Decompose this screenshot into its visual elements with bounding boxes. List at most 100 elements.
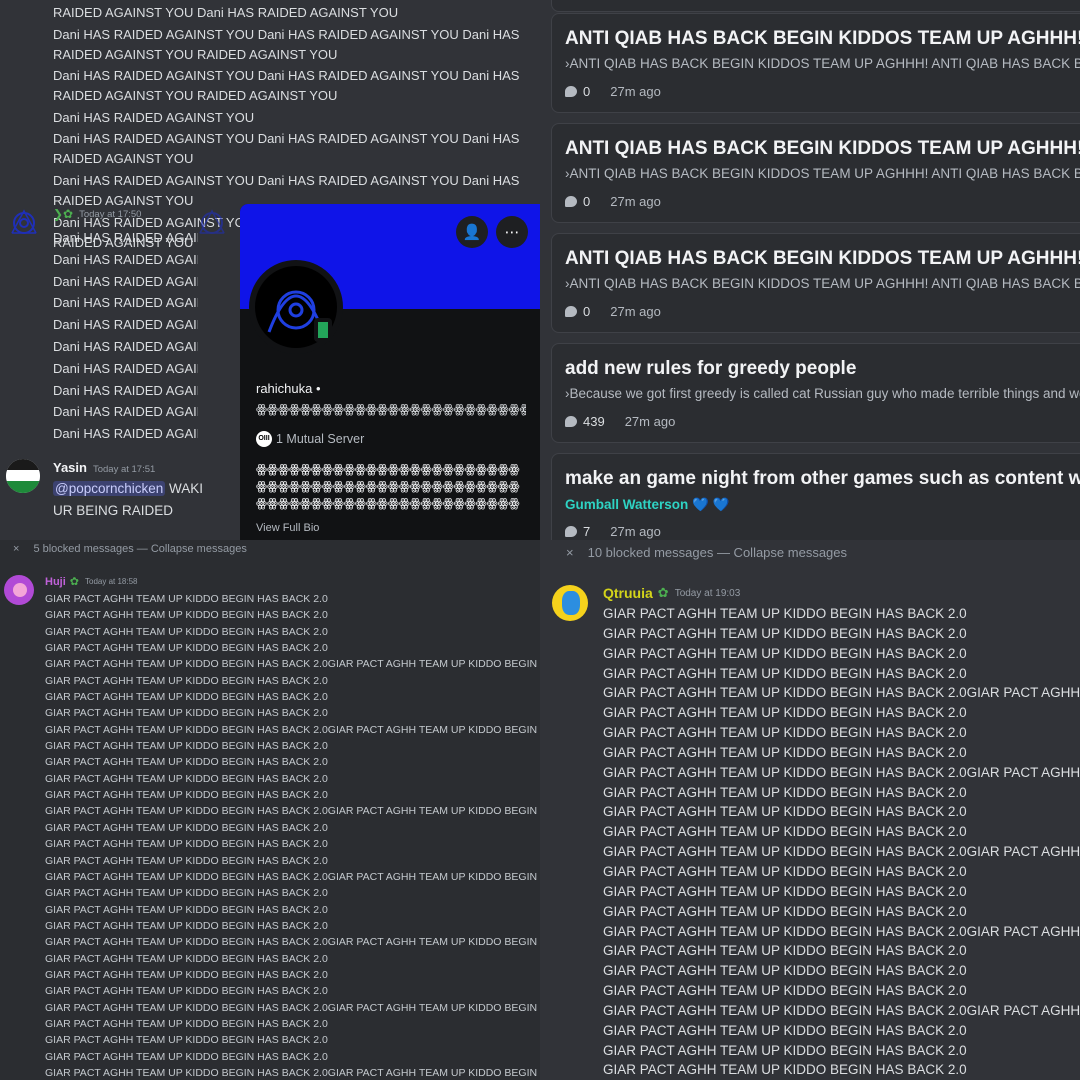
message-line: GIAR PACT AGHH TEAM UP KIDDO BEGIN HAS B…: [45, 936, 540, 949]
message-line: GIAR PACT AGHH TEAM UP KIDDO BEGIN HAS B…: [603, 1022, 967, 1038]
timestamp: Today at 17:51: [92, 464, 156, 475]
more-icon: ⋯: [504, 224, 520, 241]
message-line: GIAR PACT AGHH TEAM UP KIDDO BEGIN HAS B…: [603, 784, 967, 800]
message-line: GIAR PACT AGHH TEAM UP KIDDO BEGIN HAS B…: [45, 805, 540, 818]
post-title: ANTI QIAB HAS BACK BEGIN KIDDOS TEAM UP …: [565, 138, 1080, 159]
server-icon: OIII: [256, 431, 272, 447]
green-badge-icon: ✿: [69, 576, 79, 588]
message-line: GIAR PACT AGHH TEAM UP KIDDO BEGIN HAS B…: [45, 625, 328, 638]
forum-post-card[interactable]: ANTI QIAB HAS BACK BEGIN KIDDOS TEAM UP …: [551, 233, 1080, 333]
post-meta: 0 27m ago: [565, 194, 661, 209]
message-line: GIAR PACT AGHH TEAM UP KIDDO BEGIN HAS B…: [603, 863, 967, 879]
message-line: GIAR PACT AGHH TEAM UP KIDDO BEGIN HAS B…: [45, 870, 540, 883]
timestamp: Today at 19:03: [674, 587, 741, 599]
dani-avatar[interactable]: [8, 207, 40, 239]
message-line: GIAR PACT AGHH TEAM UP KIDDO BEGIN HAS B…: [45, 756, 328, 769]
message-line: GIAR PACT AGHH TEAM UP KIDDO BEGIN HAS B…: [45, 887, 328, 900]
post-preview: ›ANTI QIAB HAS BACK BEGIN KIDDOS TEAM UP…: [565, 56, 1080, 71]
qtruuia-avatar[interactable]: [552, 585, 588, 621]
message-line: GIAR PACT AGHH TEAM UP KIDDO BEGIN HAS B…: [603, 804, 967, 820]
message-line: Dani HAS RAIDED AGAIN: [53, 382, 198, 398]
message-line: GIAR PACT AGHH TEAM UP KIDDO BEGIN HAS B…: [45, 1017, 328, 1030]
message-line: Dani HAS RAIDED AGAIN: [53, 230, 198, 245]
post-preview: ›Because we got first greedy is called c…: [565, 386, 1080, 401]
post-title: make an game night from other games such…: [565, 468, 1080, 489]
message-line: Dani HAS RAIDED AGAIN: [53, 426, 198, 442]
post-title: add new rules for greedy people: [565, 358, 857, 379]
message-line: GIAR PACT AGHH TEAM UP KIDDO BEGIN HAS B…: [45, 740, 328, 753]
message-line: GIAR PACT AGHH TEAM UP KIDDO BEGIN HAS B…: [45, 658, 540, 671]
forum-post-list: ANTI QIAB HAS BACK BEGIN KIDDOS TEAM UP …: [540, 0, 1080, 540]
forum-post-card[interactable]: [551, 0, 1080, 12]
profile-custom-status: ꙮꙮꙮꙮꙮꙮꙮꙮꙮꙮꙮꙮꙮꙮꙮꙮꙮꙮꙮꙮꙮꙮꙮꙮꙮꙮꙮꙮꙮꙮꙮꙮꙮꙮꙮꙮꙮꙮꙮꙮ…: [256, 402, 526, 416]
message-line: GIAR PACT AGHH TEAM UP KIDDO BEGIN HAS B…: [45, 1001, 540, 1014]
message-line: Dani HAS RAIDED AGAINST YOU: [53, 109, 255, 125]
yasin-avatar[interactable]: [6, 459, 40, 493]
huji-avatar[interactable]: [4, 575, 34, 605]
message-line: GIAR PACT AGHH TEAM UP KIDDO BEGIN HAS B…: [603, 844, 1080, 860]
mutual-servers-link[interactable]: OIII 1 Mutual Server: [256, 431, 364, 447]
message-line: UR BEING RAIDED: [53, 502, 174, 518]
profile-popout: 👤 ⋯ rahichuka • ꙮꙮꙮꙮꙮꙮꙮꙮꙮꙮꙮꙮꙮꙮꙮꙮꙮꙮꙮꙮꙮꙮꙮꙮ…: [240, 204, 540, 540]
message-line: RAIDED AGAINST YOU Dani HAS RAIDED AGAIN…: [53, 5, 399, 20]
username[interactable]: Yasin: [53, 460, 87, 475]
message-line: GIAR PACT AGHH TEAM UP KIDDO BEGIN HAS B…: [45, 903, 328, 916]
close-icon[interactable]: ×: [566, 545, 574, 560]
message-line: GIAR PACT AGHH TEAM UP KIDDO BEGIN HAS B…: [45, 1050, 328, 1063]
post-title: ANTI QIAB HAS BACK BEGIN KIDDOS TEAM UP …: [565, 28, 1080, 49]
heart-icon: 💙 💙: [692, 497, 730, 512]
message-line: GIAR PACT AGHH TEAM UP KIDDO BEGIN HAS B…: [45, 968, 328, 981]
message-line: GIAR PACT AGHH TEAM UP KIDDO BEGIN HAS B…: [45, 1066, 540, 1079]
message-line: Dani HAS RAIDED AGAIN: [53, 273, 198, 289]
chat-bubble-icon: [565, 86, 577, 97]
message-line: GIAR PACT AGHH TEAM UP KIDDO BEGIN HAS B…: [45, 985, 328, 998]
message-line: GIAR PACT AGHH TEAM UP KIDDO BEGIN HAS B…: [603, 1062, 967, 1078]
green-badge-icon: ❯✿: [53, 207, 74, 221]
message-line: GIAR PACT AGHH TEAM UP KIDDO BEGIN HAS B…: [603, 923, 1080, 939]
message-line: GIAR PACT AGHH TEAM UP KIDDO BEGIN HAS B…: [45, 1034, 328, 1047]
post-preview: ›ANTI QIAB HAS BACK BEGIN KIDDOS TEAM UP…: [565, 276, 1080, 291]
yasin-message: Yasin Today at 17:51 @popcornchicken WAKI…: [53, 459, 203, 522]
message-line: GIAR PACT AGHH TEAM UP KIDDO BEGIN HAS B…: [603, 1002, 1080, 1018]
chat-bubble-icon: [565, 196, 577, 207]
huji-message-header: Huji ✿ Today at 18:58: [45, 575, 138, 589]
post-author-line: Gumball Watterson 💙 💙: [565, 497, 729, 513]
chat-bubble-icon: [565, 416, 577, 427]
raid-chat-panel: RAIDED AGAINST YOU Dani HAS RAIDED AGAIN…: [0, 0, 540, 540]
message-line: GIAR PACT AGHH TEAM UP KIDDO BEGIN HAS B…: [603, 883, 967, 899]
timestamp: Today at 17:50: [79, 208, 142, 220]
message-line: Dani HAS RAIDED AGAINST YOU Dani HAS RAI…: [53, 131, 520, 167]
username[interactable]: Qtruuia: [603, 585, 653, 601]
more-options-button[interactable]: ⋯: [496, 216, 528, 248]
user-mention[interactable]: @popcornchicken: [53, 481, 166, 496]
forum-post-card[interactable]: ANTI QIAB HAS BACK BEGIN KIDDOS TEAM UP …: [551, 13, 1080, 113]
forum-post-card[interactable]: ANTI QIAB HAS BACK BEGIN KIDDOS TEAM UP …: [551, 123, 1080, 223]
message-line: GIAR PACT AGHH TEAM UP KIDDO BEGIN HAS B…: [45, 609, 328, 622]
close-icon[interactable]: ×: [13, 543, 19, 555]
dani-message-lines: Dani HAS RAIDED AGAIN Dani HAS RAIDED AG…: [53, 227, 198, 445]
message-line: Dani HAS RAIDED AGAIN: [53, 295, 198, 311]
message-line: GIAR PACT AGHH TEAM UP KIDDO BEGIN HAS B…: [45, 772, 328, 785]
message-line: GIAR PACT AGHH TEAM UP KIDDO BEGIN HAS B…: [45, 674, 328, 687]
qtruuia-message-header: Qtruuia ✿ Today at 19:03: [603, 585, 740, 601]
message-line: GIAR PACT AGHH TEAM UP KIDDO BEGIN HAS B…: [603, 824, 967, 840]
message-line: GIAR PACT AGHH TEAM UP KIDDO BEGIN HAS B…: [603, 744, 967, 760]
message-line: GIAR PACT AGHH TEAM UP KIDDO BEGIN HAS B…: [603, 685, 1080, 701]
message-line: GIAR PACT AGHH TEAM UP KIDDO BEGIN HAS B…: [603, 645, 967, 661]
post-meta: 0 27m ago: [565, 84, 661, 99]
view-full-bio-link[interactable]: View Full Bio: [256, 522, 319, 534]
chat-bubble-icon: [565, 526, 577, 537]
username[interactable]: Huji: [45, 576, 66, 588]
message-line: GIAR PACT AGHH TEAM UP KIDDO BEGIN HAS B…: [45, 789, 328, 802]
forum-post-card[interactable]: make an game night from other games such…: [551, 453, 1080, 540]
forum-post-card[interactable]: add new rules for greedy people ›Because…: [551, 343, 1080, 443]
message-line: GIAR PACT AGHH TEAM UP KIDDO BEGIN HAS B…: [603, 1042, 967, 1058]
blocked-messages-bar[interactable]: × 10 blocked messages — Collapse message…: [566, 545, 847, 560]
message-line: GIAR PACT AGHH TEAM UP KIDDO BEGIN HAS B…: [603, 625, 967, 641]
message-line: GIAR PACT AGHH TEAM UP KIDDO BEGIN HAS B…: [45, 642, 328, 655]
message-line: GIAR PACT AGHH TEAM UP KIDDO BEGIN HAS B…: [45, 707, 328, 720]
add-friend-button[interactable]: 👤: [456, 216, 488, 248]
message-line: GIAR PACT AGHH TEAM UP KIDDO BEGIN HAS B…: [603, 705, 967, 721]
timestamp: Today at 18:58: [85, 577, 138, 586]
blocked-messages-bar[interactable]: × 5 blocked messages — Collapse messages: [13, 543, 247, 555]
